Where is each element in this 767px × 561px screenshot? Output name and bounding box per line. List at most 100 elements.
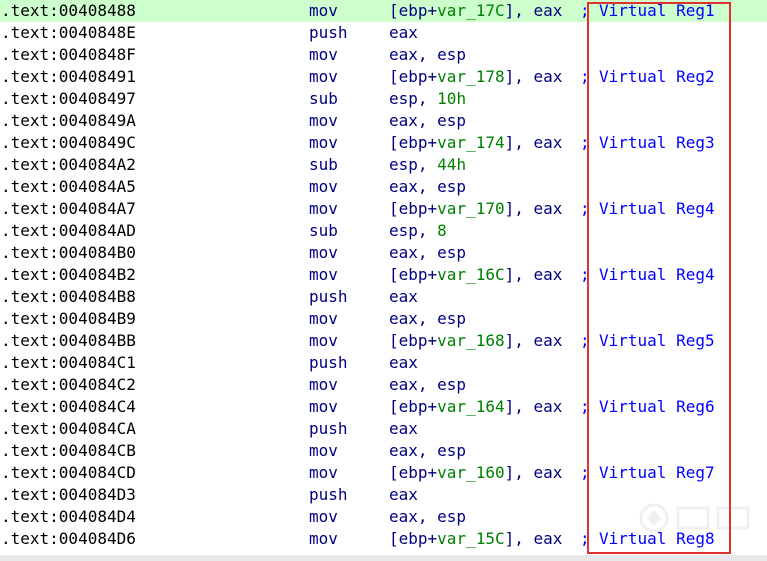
code-line[interactable]: .text:004084B8 push eax bbox=[0, 286, 767, 308]
mnemonic: mov bbox=[309, 133, 338, 152]
operand-text: eax, esp bbox=[389, 375, 467, 394]
operands: eax bbox=[389, 352, 418, 374]
code-line[interactable]: .text:004084A7 mov [ebp+var_170], eax; Virt… bbox=[0, 198, 767, 220]
immediate-value: 44h bbox=[437, 155, 467, 174]
code-line[interactable]: .text:0040849C mov [ebp+var_174], eax; Virt… bbox=[0, 132, 767, 154]
code-line[interactable]: .text:004084CA push eax bbox=[0, 418, 767, 440]
address: .text:004084C1 bbox=[1, 353, 136, 372]
code-line[interactable]: .text:004084D4 mov eax, esp bbox=[0, 506, 767, 528]
address: .text:0040849A bbox=[1, 111, 136, 130]
stack-variable[interactable]: var_15C bbox=[437, 529, 504, 548]
code-line[interactable]: .text:0040849A mov eax, esp bbox=[0, 110, 767, 132]
operand-text: [ebp+ bbox=[389, 397, 438, 416]
mnemonic: mov bbox=[309, 309, 338, 328]
mnemonic: mov bbox=[309, 199, 338, 218]
mnemonic: mov bbox=[309, 375, 338, 394]
address: .text:004084CA bbox=[1, 419, 136, 438]
code-line[interactable]: .text:004084AD sub esp, 8 bbox=[0, 220, 767, 242]
code-line[interactable]: .text:004084A2 sub esp, 44h bbox=[0, 154, 767, 176]
code-line[interactable]: .text:004084C4 mov [ebp+var_164], eax; Virt… bbox=[0, 396, 767, 418]
stack-variable[interactable]: var_174 bbox=[437, 133, 504, 152]
stack-variable[interactable]: var_168 bbox=[437, 331, 504, 350]
operands: [ebp+var_168], eax bbox=[389, 330, 562, 352]
code-line[interactable]: .text:004084D3 push eax bbox=[0, 484, 767, 506]
operand-text: eax bbox=[389, 419, 418, 438]
operand-text: [ebp+ bbox=[389, 463, 438, 482]
comment-separator: ; bbox=[580, 265, 590, 284]
stack-variable[interactable]: var_178 bbox=[437, 67, 504, 86]
comment: Virtual Reg1 bbox=[599, 1, 715, 20]
mnemonic: mov bbox=[309, 507, 338, 526]
mnemonic: push bbox=[309, 485, 348, 504]
operands: [ebp+var_17C], eax bbox=[389, 0, 562, 22]
stack-variable[interactable]: var_160 bbox=[437, 463, 504, 482]
comment-separator: ; bbox=[580, 67, 590, 86]
address: .text:004084A7 bbox=[1, 199, 136, 218]
operands: eax bbox=[389, 22, 418, 44]
mnemonic: mov bbox=[309, 177, 338, 196]
operands: [ebp+var_160], eax bbox=[389, 462, 562, 484]
operand-text: [ebp+ bbox=[389, 331, 438, 350]
comment-separator: ; bbox=[580, 199, 590, 218]
operands: eax, esp bbox=[389, 506, 466, 528]
operands: eax, esp bbox=[389, 440, 466, 462]
code-line[interactable]: .text:004084CD mov [ebp+var_160], eax; Virt… bbox=[0, 462, 767, 484]
operand-text: [ebp+ bbox=[389, 67, 438, 86]
stack-variable[interactable]: var_164 bbox=[437, 397, 504, 416]
operands: [ebp+var_178], eax bbox=[389, 66, 562, 88]
code-line[interactable]: .text:004084BB mov [ebp+var_168], eax; Virt… bbox=[0, 330, 767, 352]
operand-text: esp, bbox=[389, 221, 438, 240]
address: .text:0040848F bbox=[1, 45, 136, 64]
comment: Virtual Reg7 bbox=[599, 463, 715, 482]
comment: Virtual Reg3 bbox=[599, 133, 715, 152]
mnemonic: push bbox=[309, 353, 348, 372]
operand-text: esp, bbox=[389, 89, 438, 108]
operands: [ebp+var_16C], eax bbox=[389, 264, 562, 286]
code-line[interactable]: .text:0040848F mov eax, esp bbox=[0, 44, 767, 66]
code-line[interactable]: .text:004084C2 mov eax, esp bbox=[0, 374, 767, 396]
operands: eax, esp bbox=[389, 176, 466, 198]
comment-separator: ; bbox=[580, 463, 590, 482]
operand-text: eax, esp bbox=[389, 309, 467, 328]
operands: esp, 8 bbox=[389, 220, 447, 242]
code-line[interactable]: .text:00408497 sub esp, 10h bbox=[0, 88, 767, 110]
operand-text: ], eax bbox=[504, 463, 563, 482]
address: .text:004084D3 bbox=[1, 485, 136, 504]
address: .text:004084CD bbox=[1, 463, 136, 482]
code-line[interactable]: .text:004084C1 push eax bbox=[0, 352, 767, 374]
stack-variable[interactable]: var_170 bbox=[437, 199, 504, 218]
address: .text:004084D4 bbox=[1, 507, 136, 526]
operands: eax, esp bbox=[389, 44, 466, 66]
code-line[interactable]: .text:00408488 mov [ebp+var_17C], eax; Virt… bbox=[0, 0, 767, 22]
stack-variable[interactable]: var_16C bbox=[437, 265, 504, 284]
operands: eax, esp bbox=[389, 110, 466, 132]
immediate-value: 10h bbox=[437, 89, 467, 108]
operands: [ebp+var_170], eax bbox=[389, 198, 562, 220]
code-line[interactable]: .text:004084B0 mov eax, esp bbox=[0, 242, 767, 264]
code-line[interactable]: .text:004084D6 mov [ebp+var_15C], eax; Virt… bbox=[0, 528, 767, 550]
horizontal-scrollbar[interactable] bbox=[0, 555, 767, 561]
address: .text:0040849C bbox=[1, 133, 136, 152]
comment-separator: ; bbox=[580, 331, 590, 350]
code-line[interactable]: .text:00408491 mov [ebp+var_178], eax; Virt… bbox=[0, 66, 767, 88]
mnemonic: sub bbox=[309, 155, 338, 174]
address: .text:004084A5 bbox=[1, 177, 136, 196]
mnemonic: push bbox=[309, 23, 348, 42]
code-line[interactable]: .text:004084A5 mov eax, esp bbox=[0, 176, 767, 198]
code-line[interactable]: .text:004084B9 mov eax, esp bbox=[0, 308, 767, 330]
operand-text: [ebp+ bbox=[389, 133, 438, 152]
operand-text: eax, esp bbox=[389, 111, 467, 130]
address: .text:00408491 bbox=[1, 67, 136, 86]
operands: eax, esp bbox=[389, 374, 466, 396]
comment: Virtual Reg4 bbox=[599, 199, 715, 218]
address: .text:004084AD bbox=[1, 221, 136, 240]
mnemonic: mov bbox=[309, 67, 338, 86]
stack-variable[interactable]: var_17C bbox=[437, 1, 504, 20]
operand-text: ], eax bbox=[504, 529, 563, 548]
operands: eax bbox=[389, 286, 418, 308]
code-line[interactable]: .text:004084B2 mov [ebp+var_16C], eax; Virt… bbox=[0, 264, 767, 286]
code-line[interactable]: .text:004084CB mov eax, esp bbox=[0, 440, 767, 462]
operand-text: eax, esp bbox=[389, 45, 467, 64]
code-line[interactable]: .text:0040848E push eax bbox=[0, 22, 767, 44]
address: .text:004084C2 bbox=[1, 375, 136, 394]
